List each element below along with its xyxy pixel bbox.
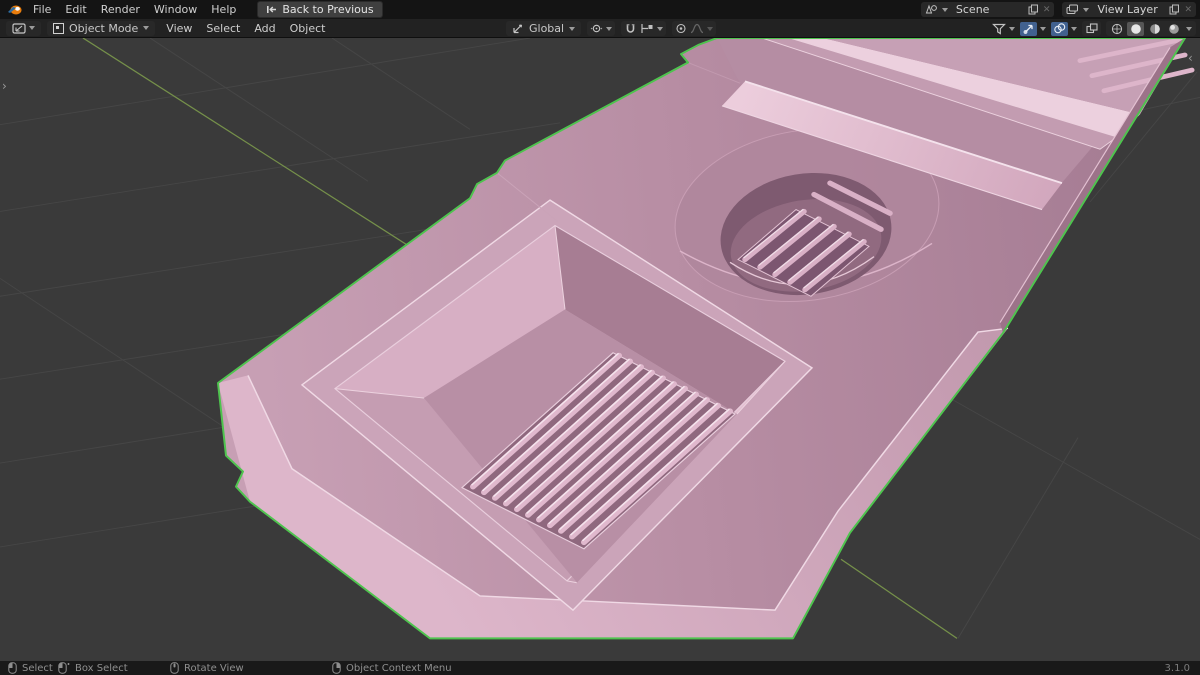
- unlink-scene-icon: ✕: [1042, 4, 1051, 15]
- menu-view[interactable]: View: [159, 19, 199, 38]
- blender-logo-icon[interactable]: [6, 3, 24, 17]
- editor-type-chevron: [29, 26, 35, 30]
- solid-shading-icon: [1130, 23, 1141, 34]
- material-shading-icon: [1149, 23, 1160, 34]
- view-layer-selector[interactable]: View Layer ✕: [1062, 2, 1196, 17]
- magnet-icon: [626, 23, 635, 33]
- snap-chevron: [657, 26, 664, 31]
- view-layer-icon: [1066, 4, 1079, 14]
- view-layer-browse-chevron[interactable]: [1083, 7, 1090, 12]
- gizmo-toggle[interactable]: [1020, 21, 1037, 36]
- mouse-right-icon: [332, 662, 341, 674]
- mode-dropdown[interactable]: Object Mode: [47, 20, 156, 36]
- orientation-icon: [513, 24, 523, 34]
- toolbar-expand-arrow[interactable]: ›: [2, 80, 7, 92]
- overlays-icon: [1054, 23, 1066, 34]
- menu-window[interactable]: Window: [147, 0, 204, 19]
- menu-render[interactable]: Render: [94, 0, 147, 19]
- snapping-group: [621, 21, 667, 36]
- proportional-editing-toggle[interactable]: [675, 23, 687, 34]
- editor-type-button[interactable]: [6, 20, 41, 36]
- orientation-chevron: [569, 26, 576, 31]
- remove-view-layer-icon: ✕: [1184, 4, 1192, 15]
- orientation-label: Global: [529, 22, 565, 35]
- gizmo-icon: [1023, 24, 1033, 34]
- scene-icon: [925, 4, 937, 14]
- mouse-left-icon: [8, 662, 17, 674]
- falloff-icon: [690, 23, 704, 34]
- proportional-icon: [676, 23, 686, 34]
- rendered-shading-icon: [1168, 23, 1179, 34]
- object-mode-icon: [53, 22, 64, 34]
- view-layer-name[interactable]: View Layer: [1093, 3, 1165, 16]
- viewport-header: Object Mode View Select Add Object Globa…: [0, 19, 1200, 38]
- hint-context-menu: Object Context Menu: [332, 661, 452, 675]
- mode-label: Object Mode: [69, 21, 139, 35]
- gizmo-chevron[interactable]: [1040, 26, 1046, 31]
- pivot-icon: [590, 24, 603, 33]
- mouse-left-drag-icon: [58, 662, 70, 674]
- snap-settings[interactable]: [640, 23, 664, 34]
- visibility-chevron: [1009, 26, 1015, 31]
- viewport-header-center: Global: [506, 21, 717, 36]
- viewport-header-right: [992, 21, 1196, 36]
- back-icon: [267, 6, 277, 13]
- pivot-chevron: [606, 26, 613, 31]
- visibility-filter-icon: [992, 23, 1006, 35]
- viewport-scene: [0, 38, 1200, 661]
- transform-orientation-dropdown[interactable]: Global: [506, 21, 582, 36]
- menu-file[interactable]: File: [26, 0, 58, 19]
- sidebar-expand-arrow[interactable]: ‹: [1188, 52, 1193, 64]
- shading-chevron[interactable]: [1186, 26, 1192, 31]
- statusbar: Select Box Select Rotate View Object Con…: [0, 661, 1200, 675]
- material-shading-button[interactable]: [1146, 22, 1163, 36]
- wireframe-shading-icon: [1111, 23, 1122, 34]
- scene-name[interactable]: Scene: [952, 3, 1024, 16]
- hint-box-select: Box Select: [58, 661, 128, 675]
- new-view-layer-icon[interactable]: [1169, 4, 1180, 15]
- topbar: File Edit Render Window Help Back to Pre…: [0, 0, 1200, 19]
- menu-edit[interactable]: Edit: [58, 0, 93, 19]
- mode-chevron: [143, 26, 150, 30]
- scene-selector[interactable]: Scene ✕: [920, 2, 1055, 17]
- mouse-middle-icon: [170, 662, 179, 674]
- rendered-shading-button[interactable]: [1165, 22, 1182, 36]
- gizmos-toggle-group: [1020, 21, 1046, 36]
- overlays-toggle[interactable]: [1051, 21, 1068, 36]
- menu-object[interactable]: Object: [283, 19, 333, 38]
- falloff-dropdown[interactable]: [690, 23, 714, 34]
- xray-icon: [1085, 23, 1098, 34]
- proportional-editing-group: [672, 21, 717, 36]
- wireframe-shading-button[interactable]: [1108, 22, 1125, 36]
- xray-toggle[interactable]: [1082, 21, 1101, 36]
- menu-help[interactable]: Help: [204, 0, 243, 19]
- editor-type-icon: [12, 22, 26, 34]
- shading-mode-group: [1106, 21, 1196, 36]
- version-label: 3.1.0: [1164, 662, 1190, 674]
- menu-select[interactable]: Select: [199, 19, 247, 38]
- topbar-right: Scene ✕ View Layer ✕: [920, 2, 1196, 17]
- new-scene-icon[interactable]: [1028, 4, 1039, 15]
- viewport-3d[interactable]: › ‹: [0, 38, 1200, 661]
- scene-browse-chevron[interactable]: [941, 7, 948, 12]
- pivot-point-dropdown[interactable]: [587, 21, 616, 36]
- hint-rotate-view: Rotate View: [170, 661, 244, 675]
- snap-target-icon: [641, 24, 653, 33]
- falloff-chevron: [707, 26, 714, 31]
- blender-window: File Edit Render Window Help Back to Pre…: [0, 0, 1200, 675]
- menu-add[interactable]: Add: [247, 19, 282, 38]
- back-to-previous-button[interactable]: Back to Previous: [257, 1, 383, 18]
- snap-toggle[interactable]: [624, 23, 637, 35]
- overlays-toggle-group: [1051, 21, 1077, 36]
- overlays-chevron[interactable]: [1071, 26, 1077, 31]
- hint-select: Select: [8, 661, 53, 675]
- solid-shading-button[interactable]: [1127, 21, 1144, 36]
- object-visibility-dropdown[interactable]: [992, 23, 1015, 35]
